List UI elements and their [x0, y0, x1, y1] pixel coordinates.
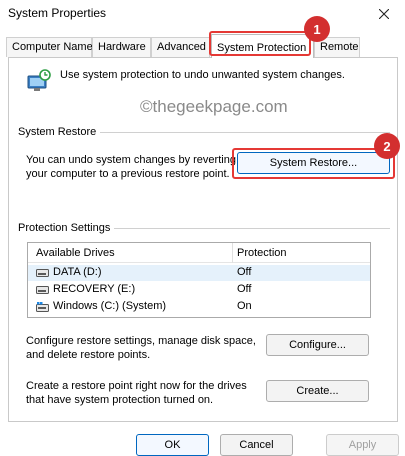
drives-list[interactable]: Available Drives Protection DATA (D:) Of… — [27, 242, 371, 318]
drives-header: Available Drives Protection — [28, 243, 370, 263]
column-available-drives[interactable]: Available Drives — [36, 247, 115, 259]
tab-computer-name[interactable]: Computer Name — [6, 37, 93, 57]
system-restore-button[interactable]: System Restore... — [237, 152, 390, 174]
windows-drive-icon — [36, 302, 49, 312]
system-restore-group-label: System Restore — [18, 126, 101, 138]
close-button[interactable] — [369, 2, 399, 26]
drive-row[interactable]: RECOVERY (E:) Off — [28, 282, 370, 298]
close-icon — [379, 9, 389, 19]
annotation-badge-1: 1 — [304, 16, 330, 42]
intro-text: Use system protection to undo unwanted s… — [60, 69, 345, 81]
drive-protection-status: On — [237, 300, 252, 312]
drive-row[interactable]: DATA (D:) Off — [28, 265, 370, 281]
column-protection[interactable]: Protection — [237, 247, 287, 259]
window-title: System Properties — [8, 6, 107, 20]
configure-description: Configure restore settings, manage disk … — [26, 335, 256, 361]
tab-strip: Computer Name Hardware Advanced System P… — [6, 34, 401, 58]
watermark: ©thegeekpage.com — [140, 97, 288, 116]
tab-advanced[interactable]: Advanced — [151, 37, 210, 57]
create-description: Create a restore point right now for the… — [26, 380, 247, 406]
create-button[interactable]: Create... — [266, 380, 369, 402]
system-protection-icon — [27, 69, 51, 91]
drive-icon — [36, 286, 49, 294]
column-separator[interactable] — [232, 243, 233, 263]
configure-button[interactable]: Configure... — [266, 334, 369, 356]
ok-button[interactable]: OK — [136, 434, 209, 456]
drive-icon — [36, 269, 49, 277]
protection-settings-group-label: Protection Settings — [18, 222, 115, 234]
drive-row[interactable]: Windows (C:) (System) On — [28, 299, 370, 315]
title-bar: System Properties — [0, 0, 405, 30]
drive-name: Windows (C:) (System) — [53, 300, 167, 312]
tab-hardware[interactable]: Hardware — [92, 37, 151, 57]
system-restore-description: You can undo system changes by reverting… — [26, 154, 236, 180]
annotation-badge-2: 2 — [374, 133, 400, 159]
drive-protection-status: Off — [237, 283, 252, 295]
apply-button[interactable]: Apply — [326, 434, 399, 456]
drive-name: DATA (D:) — [53, 266, 102, 278]
tab-system-protection[interactable]: System Protection — [211, 34, 314, 58]
cancel-button[interactable]: Cancel — [220, 434, 293, 456]
drive-protection-status: Off — [237, 266, 252, 278]
drive-name: RECOVERY (E:) — [53, 283, 136, 295]
